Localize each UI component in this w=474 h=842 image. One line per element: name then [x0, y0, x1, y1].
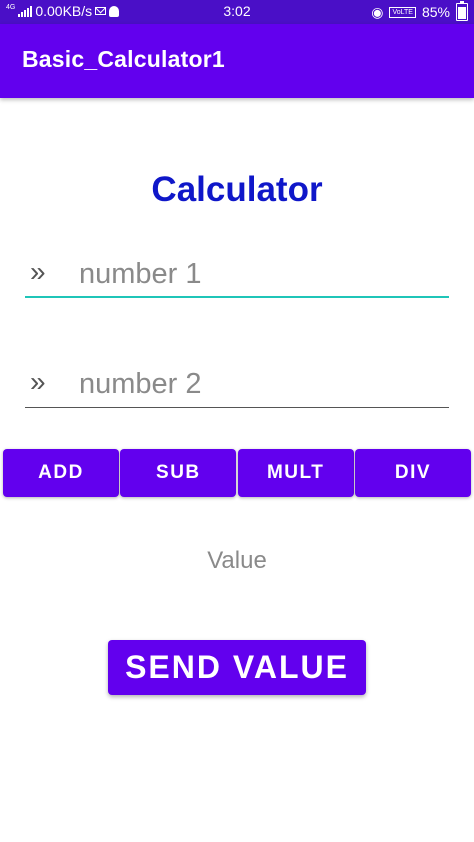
number2-input[interactable]	[77, 360, 441, 408]
send-value-button[interactable]: SEND VALUE	[108, 640, 366, 695]
number1-field: »	[25, 250, 449, 298]
app-bar: Basic_Calculator1	[0, 24, 474, 98]
mult-button[interactable]: MULT	[237, 449, 354, 497]
battery-icon	[456, 1, 468, 21]
sub-button[interactable]: SUB	[120, 449, 237, 497]
status-bar: 4G 0.00KB/s 3:02 ◉ VoLTE 85%	[0, 0, 474, 24]
battery-percent: 85%	[421, 4, 450, 20]
eye-icon: ◉	[371, 4, 384, 20]
number2-field: »	[25, 360, 449, 408]
operation-buttons: ADD SUB MULT DIV	[3, 449, 471, 497]
double-chevron-icon: »	[30, 256, 46, 287]
page-title: Calculator	[151, 170, 323, 209]
app-title: Basic_Calculator1	[22, 46, 225, 72]
double-chevron-icon: »	[30, 366, 46, 397]
volte-icon: VoLTE	[389, 6, 416, 18]
battery-fill	[458, 7, 466, 19]
number1-underline	[25, 296, 449, 298]
div-button[interactable]: DIV	[354, 449, 471, 497]
number2-underline	[25, 407, 449, 408]
add-button[interactable]: ADD	[3, 449, 119, 497]
result-text: Value	[207, 547, 267, 574]
status-right: ◉ VoLTE 85%	[371, 1, 468, 21]
number1-input[interactable]	[77, 250, 441, 298]
